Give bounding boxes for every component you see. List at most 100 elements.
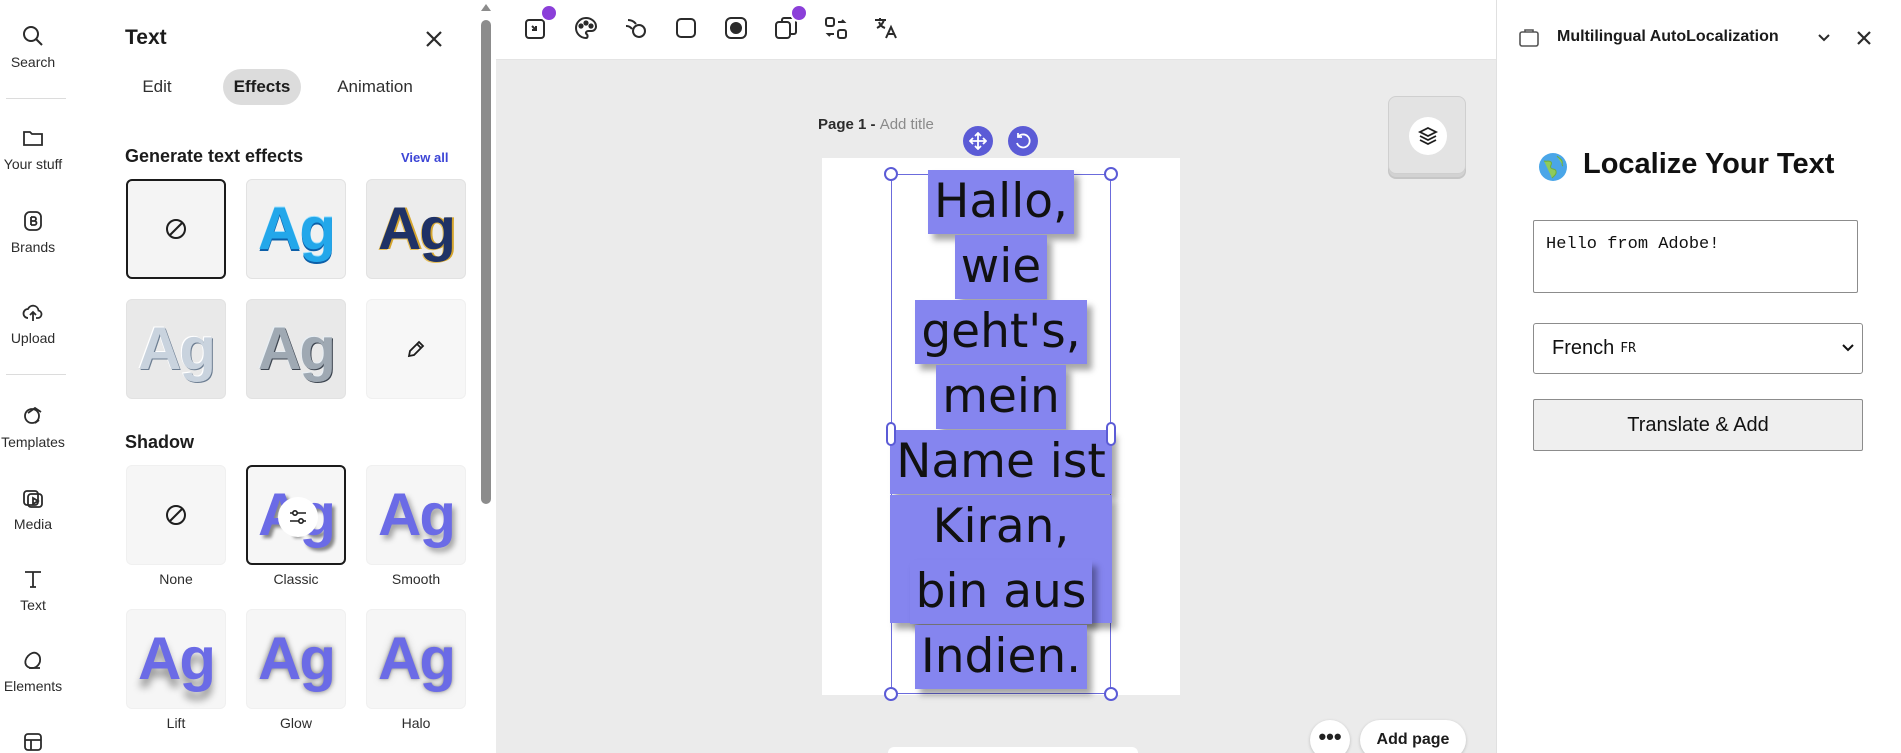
resize-handle-right[interactable] [1106, 422, 1116, 446]
effect-tile-frost[interactable]: Ag [126, 299, 226, 399]
highlighted-text: Hallo, [928, 170, 1074, 234]
panel-scroll-up-arrow[interactable] [481, 4, 491, 11]
shadow-heading: Shadow [125, 432, 195, 452]
effect-tile-gold-navy[interactable]: Ag [366, 179, 466, 279]
highlighted-text: Indien. [914, 625, 1088, 689]
layers-icon [1417, 126, 1439, 146]
rail-elements[interactable]: Elements [0, 648, 66, 694]
shadow-halo-tile[interactable]: Ag [366, 609, 466, 709]
effect-sample-text: Ag [258, 195, 336, 262]
more-options-button[interactable]: ••• [1310, 720, 1350, 753]
rail-media[interactable]: Media [0, 486, 66, 532]
brand-icon [24, 211, 42, 231]
premium-crown-icon [540, 4, 558, 22]
effect-tile-blue-balloon[interactable]: Ag [246, 179, 346, 279]
animate-icon[interactable] [622, 14, 650, 42]
search-icon [23, 26, 43, 46]
text-line: Indien. [890, 625, 1112, 690]
text-line: Kiran, ich [890, 495, 1112, 623]
shadow-none-tile[interactable] [126, 465, 226, 565]
rail-brands[interactable]: Brands [0, 209, 66, 255]
canvas-toolbar [496, 0, 1496, 60]
language-select[interactable]: French FR [1533, 323, 1863, 374]
shadow-label: Smooth [391, 571, 441, 587]
effect-sample-text: Ag [378, 195, 456, 262]
generate-effects-heading: Generate text effects [125, 146, 304, 166]
premium-crown-icon [790, 4, 808, 22]
rail-divider [6, 98, 66, 99]
upload-cloud-icon [22, 304, 43, 321]
text-line: Hallo, [890, 170, 1112, 235]
resize-handle-top-right[interactable] [1104, 167, 1118, 181]
resize-handle-top-left[interactable] [884, 167, 898, 181]
rail-templates[interactable]: Templates [0, 404, 66, 450]
language-value: French [1552, 337, 1615, 359]
rail-text[interactable]: Text [0, 567, 66, 613]
effect-sample-text: Ag [258, 315, 336, 382]
effect-tile-silver[interactable]: Ag [246, 299, 346, 399]
close-icon[interactable] [423, 28, 445, 50]
arrange-icon[interactable] [822, 14, 850, 42]
resize-handle-bottom-right[interactable] [1104, 687, 1118, 701]
rail-label: Elements [3, 678, 63, 694]
elements-icon [24, 651, 42, 669]
page-navigator-pill[interactable] [888, 747, 1138, 753]
plugin-panel: Multilingual AutoLocalization Localize Y… [1496, 0, 1901, 753]
custom-effect-tile[interactable] [366, 299, 466, 399]
localize-heading: Localize Your Text [1583, 148, 1835, 180]
layout-icon [24, 733, 42, 751]
text-line: mein [890, 365, 1112, 430]
effect-none-tile[interactable] [126, 179, 226, 279]
translate-icon[interactable] [872, 14, 900, 42]
text-line: Name ist [890, 430, 1112, 495]
plugin-app-icon [1519, 29, 1539, 47]
left-rail: Search Your stuff Brands Upload Template… [0, 0, 78, 753]
shadow-label: None [159, 571, 193, 587]
layers-button[interactable] [1388, 96, 1466, 174]
no-effect-icon [166, 219, 186, 239]
resize-handle-left[interactable] [886, 422, 896, 446]
rail-label: Templates [1, 434, 65, 450]
highlighted-text: mein [936, 365, 1066, 429]
shadow-classic-tile[interactable]: Ag [246, 465, 346, 565]
mask-icon[interactable] [722, 14, 750, 42]
templates-icon [24, 406, 42, 424]
shadow-glow-tile[interactable]: Ag [246, 609, 346, 709]
highlighted-text: geht's, [915, 300, 1087, 364]
rotate-icon [1016, 133, 1031, 149]
palette-icon[interactable] [572, 14, 600, 42]
shadow-lift-tile[interactable]: Ag [126, 609, 226, 709]
page-label: Page 1 - Add title [818, 116, 934, 133]
resize-handle-bottom-left[interactable] [884, 687, 898, 701]
rail-label: Media [13, 516, 53, 532]
sliders-icon [290, 509, 306, 525]
panel-scrollbar-thumb[interactable] [481, 20, 491, 504]
move-button[interactable] [963, 126, 993, 156]
view-all-link[interactable]: View all [401, 150, 448, 165]
rail-your-stuff[interactable]: Your stuff [0, 126, 66, 172]
no-effect-icon [166, 505, 186, 525]
plugin-title: Multilingual AutoLocalization [1557, 28, 1779, 45]
tab-effects[interactable]: Effects [223, 69, 301, 105]
rail-upload[interactable]: Upload [0, 300, 66, 346]
add-title-field[interactable]: Add title [880, 116, 934, 133]
rail-more-item[interactable] [0, 730, 66, 753]
chevron-down-icon[interactable] [1817, 32, 1831, 44]
rotate-button[interactable] [1008, 126, 1038, 156]
shadow-sample-text: Ag [138, 625, 216, 692]
shadow-smooth-tile[interactable]: Ag [366, 465, 466, 565]
rail-label: Text [20, 597, 46, 613]
tab-edit[interactable]: Edit [126, 69, 188, 105]
translate-add-button[interactable]: Translate & Add [1533, 399, 1863, 451]
rail-search[interactable]: Search [0, 24, 66, 70]
text-line: geht's, [890, 300, 1112, 365]
highlighted-text: wie [954, 235, 1048, 299]
shadow-label: Glow [280, 715, 312, 731]
tab-animation[interactable]: Animation [316, 69, 434, 105]
language-code: FR [1620, 341, 1636, 356]
add-page-button[interactable]: Add page [1360, 720, 1466, 753]
shape-icon[interactable] [672, 14, 700, 42]
adjust-settings-button[interactable] [278, 497, 318, 537]
close-icon[interactable] [1855, 29, 1873, 47]
source-text-input[interactable]: Hello from Adobe! [1533, 220, 1858, 293]
